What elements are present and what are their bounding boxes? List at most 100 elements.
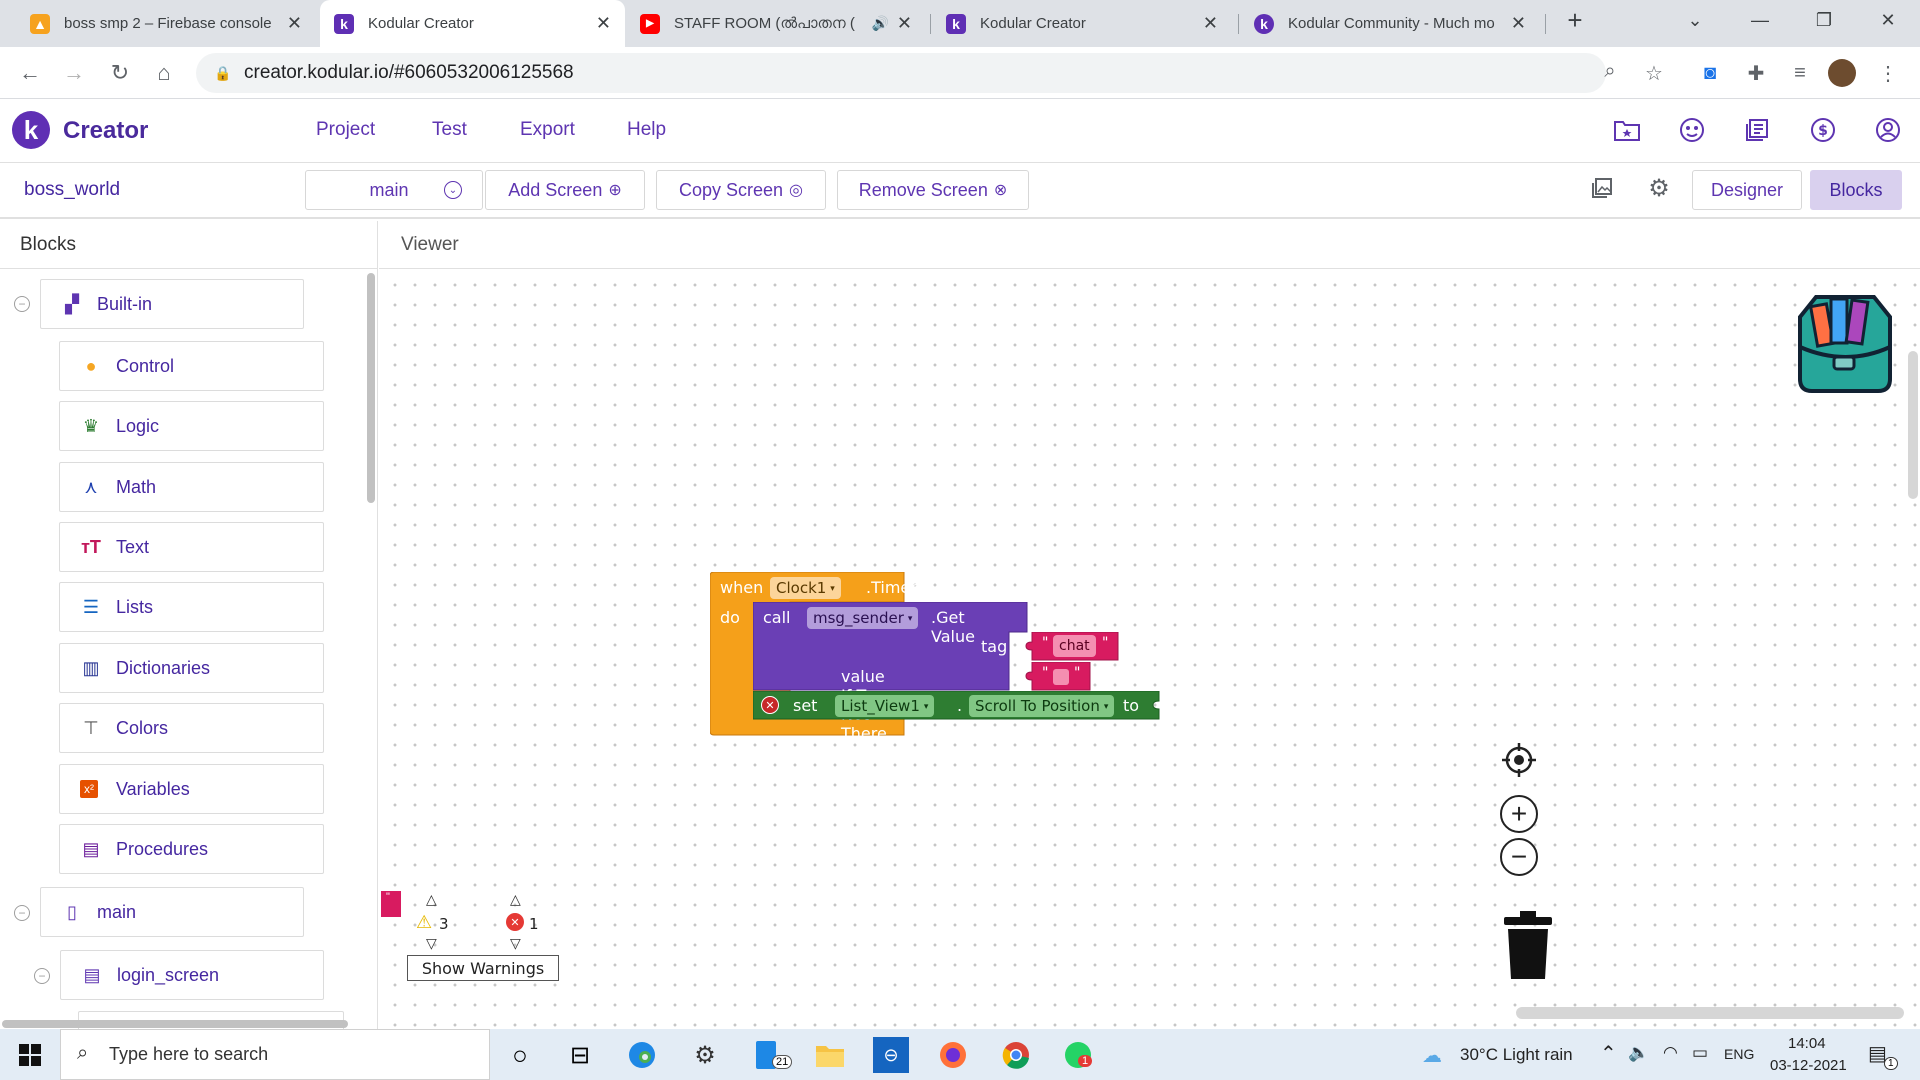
blocks-panel-vertical-scrollbar[interactable] bbox=[367, 273, 375, 503]
warning-nav-up-icon[interactable]: △ bbox=[426, 891, 437, 908]
edge-browser-icon[interactable] bbox=[624, 1037, 660, 1073]
gallery-image-icon[interactable] bbox=[1587, 173, 1617, 203]
profile-avatar[interactable] bbox=[1828, 59, 1856, 87]
minimize-button[interactable]: — bbox=[1730, 0, 1790, 40]
cortana-icon[interactable]: ○ bbox=[502, 1037, 538, 1073]
wifi-icon[interactable]: ◠ bbox=[1663, 1043, 1678, 1063]
screen-recorder-icon[interactable]: ⊖ bbox=[873, 1037, 909, 1073]
browser-tab-youtube[interactable]: ▶ STAFF ROOM (ൽപാതന ( 🔊 ✕ bbox=[626, 0, 926, 47]
trash-icon[interactable] bbox=[1504, 911, 1552, 981]
windows-start-icon[interactable] bbox=[12, 1037, 48, 1073]
tree-item-procedures[interactable]: ▤ Procedures bbox=[59, 824, 324, 874]
lock-icon[interactable]: 🔒 bbox=[214, 65, 231, 82]
tree-item-dictionaries[interactable]: ▥ Dictionaries bbox=[59, 643, 324, 693]
projects-folder-icon[interactable] bbox=[1612, 115, 1642, 145]
brand-title[interactable]: Creator bbox=[63, 117, 148, 145]
error-nav-down-icon[interactable]: ▽ bbox=[510, 935, 521, 952]
url-field[interactable]: 🔒 creator.kodular.io/#6060532006125568 bbox=[196, 53, 1606, 93]
recenter-crosshair-icon[interactable] bbox=[1500, 741, 1538, 779]
browser-menu-icon[interactable]: ⋮ bbox=[1874, 59, 1902, 87]
weather-text[interactable]: 30°C Light rain bbox=[1460, 1045, 1573, 1065]
file-explorer-icon[interactable] bbox=[812, 1037, 848, 1073]
firefox-icon[interactable] bbox=[935, 1037, 971, 1073]
warning-nav-down-icon[interactable]: ▽ bbox=[426, 935, 437, 952]
kodular-logo[interactable]: k bbox=[12, 111, 50, 149]
designer-button[interactable]: Designer bbox=[1692, 170, 1802, 210]
empty-text-field[interactable] bbox=[1053, 669, 1069, 685]
collapse-builtin-icon[interactable]: − bbox=[14, 296, 30, 312]
tree-item-math[interactable]: ⋏ Math bbox=[59, 462, 324, 512]
tree-item-login-screen[interactable]: ▤ login_screen bbox=[60, 950, 324, 1000]
tree-item-screen-main[interactable]: ▯ main bbox=[40, 887, 304, 937]
close-tab-icon[interactable]: ✕ bbox=[897, 13, 912, 34]
battery-icon[interactable]: ▭ bbox=[1692, 1043, 1708, 1063]
menu-export[interactable]: Export bbox=[520, 119, 575, 141]
zoom-icon[interactable]: ⌕ bbox=[1596, 57, 1624, 85]
browser-tab-kodular[interactable]: k Kodular Creator ✕ bbox=[932, 0, 1232, 47]
settings-gear-icon[interactable]: ⚙ bbox=[687, 1037, 723, 1073]
blocks-workspace[interactable]: when Clock1 ▾ .Timer do call msg_sender ▾ … bbox=[379, 269, 1920, 1029]
back-button[interactable]: ← bbox=[14, 57, 46, 89]
documentation-icon[interactable] bbox=[1742, 115, 1772, 145]
reload-button[interactable]: ↻ bbox=[104, 57, 136, 89]
close-tab-icon[interactable]: ✕ bbox=[1203, 13, 1218, 34]
tree-item-variables[interactable]: x² Variables bbox=[59, 764, 324, 814]
menu-test[interactable]: Test bbox=[432, 119, 467, 141]
stray-text-block[interactable]: " bbox=[381, 891, 401, 917]
media-control-icon[interactable]: ≡ bbox=[1786, 59, 1814, 87]
clock-date[interactable]: 03-12-2021 bbox=[1770, 1057, 1847, 1074]
input-language[interactable]: ENG bbox=[1724, 1046, 1754, 1062]
screen-select-dropdown[interactable]: main ⌄ bbox=[305, 170, 483, 210]
zoom-in-icon[interactable]: + bbox=[1500, 795, 1538, 833]
clock-time[interactable]: 14:04 bbox=[1788, 1035, 1826, 1052]
weather-rain-icon[interactable]: ☁ bbox=[1422, 1043, 1442, 1068]
component-dropdown-msg-sender[interactable]: msg_sender ▾ bbox=[807, 607, 919, 629]
close-window-button[interactable]: ✕ bbox=[1858, 0, 1918, 40]
remove-screen-button[interactable]: Remove Screen ⊗ bbox=[837, 170, 1029, 210]
close-tab-icon[interactable]: ✕ bbox=[287, 13, 302, 34]
browser-tab-kodular-active[interactable]: k Kodular Creator ✕ bbox=[320, 0, 625, 47]
show-hidden-icons-chevron-icon[interactable]: ⌃ bbox=[1600, 1041, 1617, 1066]
task-view-icon[interactable]: ⊟ bbox=[562, 1037, 598, 1073]
close-tab-icon[interactable]: ✕ bbox=[1511, 13, 1526, 34]
add-screen-button[interactable]: Add Screen ⊕ bbox=[485, 170, 645, 210]
workspace-vertical-scrollbar[interactable] bbox=[1908, 351, 1918, 499]
zoom-out-icon[interactable]: − bbox=[1500, 838, 1538, 876]
browser-tab-kodular-community[interactable]: k Kodular Community - Much mo ✕ bbox=[1240, 0, 1540, 47]
screencast-extension-icon[interactable]: ◙ bbox=[1696, 59, 1724, 87]
billing-dollar-icon[interactable]: $ bbox=[1808, 115, 1838, 145]
property-dropdown-scroll-to-position[interactable]: Scroll To Position ▾ bbox=[969, 695, 1115, 717]
browser-tab-firebase[interactable]: ▲ boss smp 2 – Firebase console ✕ bbox=[16, 0, 316, 47]
extensions-puzzle-icon[interactable]: ✚ bbox=[1742, 59, 1770, 87]
error-badge-icon[interactable]: ✕ bbox=[761, 696, 779, 714]
text-field-chat[interactable]: chat bbox=[1053, 635, 1096, 657]
show-warnings-button[interactable]: Show Warnings bbox=[407, 955, 559, 981]
audio-playing-icon[interactable]: 🔊 bbox=[871, 15, 888, 32]
volume-icon[interactable]: 🔈 bbox=[1628, 1043, 1649, 1063]
blocks-button[interactable]: Blocks bbox=[1810, 170, 1902, 210]
whatsapp-icon[interactable]: 1 bbox=[1060, 1037, 1096, 1073]
error-nav-up-icon[interactable]: △ bbox=[510, 891, 521, 908]
bookmark-star-icon[interactable]: ☆ bbox=[1640, 59, 1668, 87]
close-tab-icon[interactable]: ✕ bbox=[596, 13, 611, 34]
blocks-panel-horizontal-scrollbar[interactable] bbox=[2, 1020, 348, 1028]
menu-project[interactable]: Project bbox=[316, 119, 375, 141]
tree-item-text[interactable]: тT Text bbox=[59, 522, 324, 572]
restore-button[interactable]: ❐ bbox=[1794, 0, 1854, 40]
backpack-icon[interactable] bbox=[1786, 287, 1901, 395]
settings-gear-icon[interactable]: ⚙ bbox=[1644, 173, 1674, 203]
tablet-app-icon[interactable]: 21 bbox=[748, 1037, 793, 1073]
tab-search-chevron-icon[interactable]: ⌄ bbox=[1665, 0, 1725, 40]
chrome-icon[interactable] bbox=[998, 1037, 1034, 1073]
forward-button[interactable]: → bbox=[58, 57, 90, 89]
community-icon[interactable] bbox=[1677, 115, 1707, 145]
taskbar-search-box[interactable]: ⌕ Type here to search bbox=[60, 1029, 490, 1080]
tree-item-logic[interactable]: ♛ Logic bbox=[59, 401, 324, 451]
tree-item-builtin[interactable]: ▞ Built-in bbox=[40, 279, 304, 329]
collapse-main-icon[interactable]: − bbox=[14, 905, 30, 921]
tree-item-lists[interactable]: ☰ Lists bbox=[59, 582, 324, 632]
new-tab-button[interactable]: + bbox=[1545, 0, 1605, 40]
copy-screen-button[interactable]: Copy Screen ◎ bbox=[656, 170, 826, 210]
collapse-login-screen-icon[interactable]: − bbox=[34, 968, 50, 984]
component-dropdown-list-view1[interactable]: List_View1 ▾ bbox=[835, 695, 935, 717]
